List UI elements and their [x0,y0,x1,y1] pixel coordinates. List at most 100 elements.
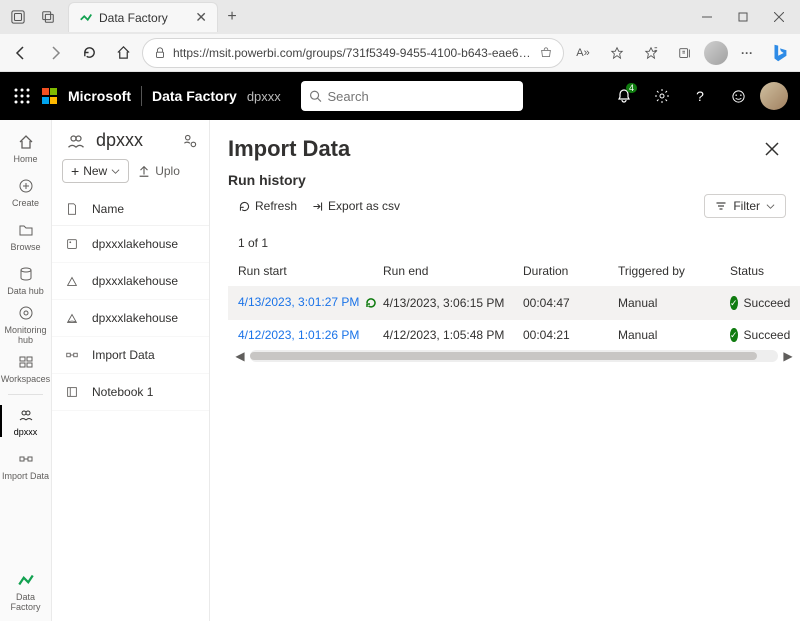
filter-button[interactable]: Filter [704,194,786,218]
success-icon: ✓ [730,296,738,310]
rail-import-data[interactable]: Import Data [0,443,51,487]
close-window-button[interactable] [762,3,796,31]
item-name: Import Data [92,348,155,362]
notification-badge: 4 [626,83,637,93]
run-status: ✓Succeeded [730,328,790,342]
item-name: dpxxxlakehouse [92,274,178,288]
settings-icon[interactable] [646,80,678,112]
col-duration[interactable]: Duration [523,264,618,278]
item-type-icon [64,384,80,400]
minimize-button[interactable] [690,3,724,31]
browser-titlebar: Data Factory ✕ + [0,0,800,34]
brand-label: Microsoft [68,88,131,104]
run-history-table: Run start Run end Duration Triggered by … [228,256,800,350]
col-run-end[interactable]: Run end [383,264,523,278]
ws-item[interactable]: Notebook 1 [52,374,209,411]
ws-item[interactable]: dpxxxlakehouse [52,263,209,300]
workspace-label: dpxxx [247,89,281,104]
browser-menu-icon[interactable] [4,3,32,31]
ws-item[interactable]: dpxxxlakehouse [52,300,209,337]
app-launcher-icon[interactable] [12,86,32,106]
bing-icon[interactable] [766,39,794,67]
ws-item[interactable]: Import Data [52,337,209,374]
export-csv-button[interactable]: Export as csv [311,199,400,213]
workspace-title: dpxxx [96,130,143,151]
col-run-start[interactable]: Run start [238,264,383,278]
scroll-right-icon[interactable]: ▶ [782,350,794,362]
browser-tab[interactable]: Data Factory ✕ [68,2,218,32]
feedback-icon[interactable] [722,80,754,112]
rail-data-hub[interactable]: Data hub [0,258,51,302]
ws-item[interactable]: dpxxxlakehouse [52,226,209,263]
rail-browse[interactable]: Browse [0,214,51,258]
horizontal-scrollbar[interactable]: ◀ ▶ [228,350,800,362]
url-field[interactable]: https://msit.powerbi.com/groups/731f5349… [142,38,564,68]
run-trigger: Manual [618,328,730,342]
workspace-icon [16,405,36,425]
refresh-button[interactable]: Refresh [238,199,297,213]
rail-monitoring[interactable]: Monitoring hub [0,302,51,346]
close-panel-button[interactable] [760,137,784,161]
shopping-icon[interactable] [539,46,553,60]
product-label: Data Factory [152,88,237,104]
rail-workspace-dpxxx[interactable]: dpxxx [0,399,51,443]
forward-button[interactable] [40,38,70,68]
rail-workspaces[interactable]: Workspaces [0,346,51,390]
scroll-left-icon[interactable]: ◀ [234,350,246,362]
collections-icon[interactable] [670,38,700,68]
col-status[interactable]: Status [730,264,790,278]
run-start-link[interactable]: 4/12/2023, 1:01:26 PM [238,328,359,342]
rail-home[interactable]: Home [0,126,51,170]
maximize-button[interactable] [726,3,760,31]
new-button[interactable]: + New [62,159,129,183]
tab-title: Data Factory [99,11,189,25]
workspace-settings-icon[interactable] [181,132,199,150]
create-icon [16,176,36,196]
nav-rail: Home Create Browse Data hub Monitoring h… [0,120,52,621]
run-duration: 00:04:21 [523,328,618,342]
more-icon[interactable]: ··· [732,38,762,68]
search-input[interactable] [328,89,515,104]
user-avatar[interactable] [760,82,788,110]
file-icon [64,201,80,217]
back-button[interactable] [6,38,36,68]
notifications-icon[interactable]: 4 [608,80,640,112]
upload-button[interactable]: Uplo [137,164,180,178]
table-row[interactable]: 4/12/2023, 1:01:26 PM 4/12/2023, 1:05:48 … [228,319,800,350]
search-box[interactable] [301,81,523,111]
chevron-down-icon [766,202,775,211]
rerun-icon[interactable] [363,295,379,311]
home-button[interactable] [108,38,138,68]
col-triggered-by[interactable]: Triggered by [618,264,730,278]
section-title: Run history [228,172,800,188]
favorites-list-icon[interactable] [636,38,666,68]
new-tab-button[interactable]: + [218,3,246,31]
help-icon[interactable]: ? [684,80,716,112]
data-factory-icon [79,11,93,25]
export-icon [311,200,324,213]
workspace-icon [66,131,86,151]
refresh-button[interactable] [74,38,104,68]
refresh-icon [238,200,251,213]
rail-create[interactable]: Create [0,170,51,214]
rail-data-factory[interactable]: Data Factory [0,569,51,613]
tab-actions-icon[interactable] [34,3,62,31]
workspace-list: dpxxx + New Uplo Name dpxxxlakehousedpxx… [52,120,210,621]
favorite-icon[interactable] [602,38,632,68]
table-row[interactable]: 4/13/2023, 3:01:27 PM4/13/2023, 3:06:15 … [228,286,800,319]
run-end: 4/12/2023, 1:05:48 PM [383,328,523,342]
item-type-icon [64,310,80,326]
read-aloud-icon[interactable]: A» [568,38,598,68]
search-icon [309,89,322,103]
url-text: https://msit.powerbi.com/groups/731f5349… [173,46,533,60]
profile-avatar[interactable] [704,41,728,65]
run-trigger: Manual [618,296,730,310]
item-type-icon [64,347,80,363]
item-name: dpxxxlakehouse [92,237,178,251]
filter-icon [715,200,727,212]
close-icon[interactable]: ✕ [195,9,207,26]
run-start-link[interactable]: 4/13/2023, 3:01:27 PM [238,295,359,309]
app-header: Microsoft Data Factory dpxxx 4 ? [0,72,800,120]
microsoft-logo-icon [42,88,58,104]
panel-title: Import Data [228,136,350,162]
